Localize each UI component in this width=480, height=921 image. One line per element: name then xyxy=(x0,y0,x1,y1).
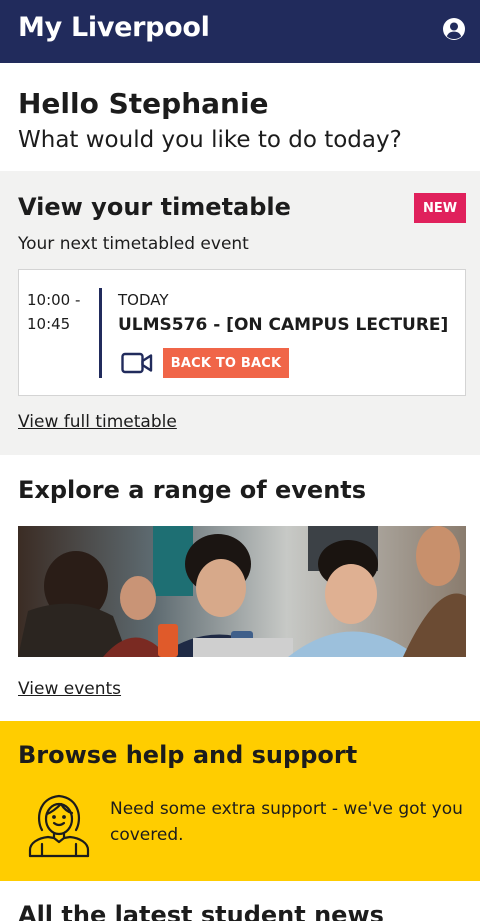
events-photo xyxy=(18,526,466,657)
news-title: All the latest student news xyxy=(18,901,384,921)
timetable-section: View your timetable NEW Your next timeta… xyxy=(0,171,480,455)
video-camera-icon xyxy=(121,352,153,374)
next-event-card[interactable]: 10:00 - 10:45 TODAY ULMS576 - [ON CAMPUS… xyxy=(18,269,466,396)
app-title: My Liverpool xyxy=(18,12,210,43)
person-smiling-icon xyxy=(24,792,94,858)
new-badge: NEW xyxy=(414,193,466,223)
card-divider xyxy=(99,288,102,378)
news-section: All the latest student news xyxy=(0,881,480,921)
event-day: TODAY xyxy=(118,291,169,309)
events-section: Explore a range of events View events xyxy=(0,455,480,721)
back-to-back-tag: BACK TO BACK xyxy=(163,348,289,378)
event-name: ULMS576 - [ON CAMPUS LECTURE] xyxy=(118,315,449,335)
greeting-prompt: What would you like to do today? xyxy=(18,127,402,153)
events-title: Explore a range of events xyxy=(18,476,367,504)
event-end-time: 10:45 xyxy=(27,315,71,333)
greeting-title: Hello Stephanie xyxy=(18,87,269,120)
greeting-section: Hello Stephanie What would you like to d… xyxy=(0,63,480,171)
timetable-title: View your timetable xyxy=(18,193,291,221)
support-section[interactable]: Browse help and support Need some extra … xyxy=(0,721,480,881)
support-description: Need some extra support - we've got you … xyxy=(110,799,463,845)
event-start-time: 10:00 - xyxy=(27,291,81,309)
next-event-label: Your next timetabled event xyxy=(18,234,249,254)
view-full-timetable-link[interactable]: View full timetable xyxy=(18,412,177,432)
app-header: My Liverpool xyxy=(0,0,480,63)
support-title: Browse help and support xyxy=(18,741,358,769)
view-events-link[interactable]: View events xyxy=(18,679,121,699)
user-circle-icon[interactable] xyxy=(442,17,466,41)
